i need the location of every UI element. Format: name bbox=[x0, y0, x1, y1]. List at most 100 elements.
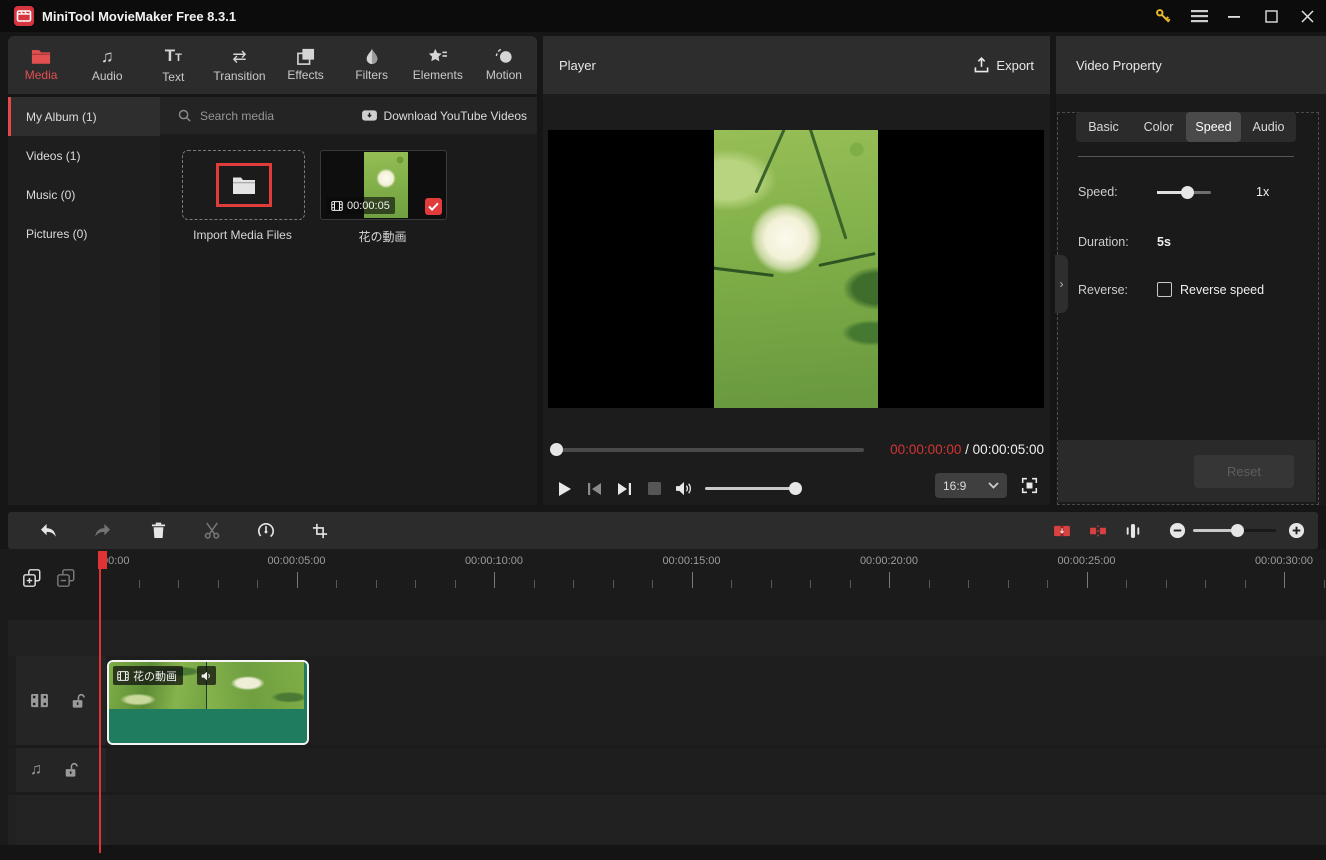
reset-button[interactable]: Reset bbox=[1194, 455, 1294, 488]
library-sidebar: My Album (1) Videos (1) Music (0) Pictur… bbox=[8, 97, 160, 505]
property-tab-speed[interactable]: Speed bbox=[1186, 112, 1241, 142]
motion-icon bbox=[495, 48, 513, 65]
text-icon: TT bbox=[164, 45, 182, 65]
minimize-button[interactable] bbox=[1220, 1, 1250, 31]
property-tab-basic[interactable]: Basic bbox=[1076, 112, 1131, 142]
audio-track-lock-icon[interactable] bbox=[64, 762, 78, 778]
title-bar: MiniTool MovieMaker Free 8.3.1 bbox=[0, 0, 1326, 32]
clip-split-icon[interactable] bbox=[1081, 512, 1115, 549]
next-frame-button[interactable] bbox=[609, 476, 639, 502]
chevron-right-icon: › bbox=[1059, 277, 1064, 291]
undo-button[interactable] bbox=[31, 512, 65, 549]
timeline-zoom-thumb[interactable] bbox=[1231, 524, 1244, 537]
close-button[interactable] bbox=[1292, 1, 1322, 31]
speed-slider[interactable] bbox=[1157, 186, 1211, 199]
fit-timeline-icon[interactable] bbox=[1116, 512, 1150, 549]
tab-filters[interactable]: Filters bbox=[339, 36, 405, 94]
stop-button[interactable] bbox=[639, 476, 669, 502]
duration-value: 5s bbox=[1157, 235, 1171, 249]
tab-transition[interactable]: ⇄ Transition bbox=[206, 36, 272, 94]
audio-track-icon: ♫ bbox=[30, 761, 42, 778]
sidebar-item-my-album[interactable]: My Album (1) bbox=[8, 97, 160, 136]
reverse-speed-checkbox[interactable] bbox=[1157, 282, 1172, 297]
speed-value: 1x bbox=[1256, 185, 1270, 199]
clip-selected-check-icon[interactable] bbox=[425, 198, 442, 215]
speed-slider-thumb[interactable] bbox=[1181, 186, 1194, 199]
zoom-in-button[interactable] bbox=[1279, 512, 1313, 549]
timeline-ruler[interactable]: 00:00 00:00:05:00 00:00:10:00 00:00:15:00 00… bbox=[0, 549, 1326, 596]
tab-effects-label: Effects bbox=[287, 68, 324, 82]
chevron-down-icon bbox=[988, 482, 999, 489]
tab-motion[interactable]: Motion bbox=[471, 36, 537, 94]
property-tabs: Basic Color Speed Audio bbox=[1076, 112, 1296, 142]
download-youtube-button[interactable]: Download YouTube Videos bbox=[361, 109, 527, 123]
delete-button[interactable] bbox=[141, 512, 175, 549]
tab-motion-label: Motion bbox=[485, 68, 522, 82]
export-button[interactable]: Export bbox=[974, 57, 1034, 73]
volume-slider-thumb[interactable] bbox=[789, 482, 802, 495]
youtube-download-icon bbox=[361, 109, 378, 122]
aspect-ratio-dropdown[interactable]: 16:9 bbox=[935, 473, 1007, 498]
previous-frame-button[interactable] bbox=[579, 476, 609, 502]
import-folder-icon bbox=[215, 163, 272, 207]
search-input[interactable] bbox=[198, 107, 322, 124]
speed-tool-button[interactable] bbox=[249, 512, 283, 549]
app-logo-icon bbox=[14, 6, 34, 26]
play-button[interactable] bbox=[549, 476, 579, 502]
timeline-toolbar bbox=[8, 512, 1318, 549]
playhead-line[interactable] bbox=[99, 551, 101, 853]
sidebar-item-videos[interactable]: Videos (1) bbox=[8, 136, 160, 175]
tab-effects[interactable]: Effects bbox=[273, 36, 339, 94]
license-key-icon[interactable] bbox=[1148, 1, 1178, 31]
import-media-dropzone[interactable] bbox=[182, 150, 305, 220]
clip-insert-icon[interactable] bbox=[1045, 512, 1079, 549]
playhead-handle[interactable] bbox=[98, 551, 107, 569]
property-tab-color[interactable]: Color bbox=[1131, 112, 1186, 142]
redo-button[interactable] bbox=[85, 512, 119, 549]
video-track-lock-icon[interactable] bbox=[71, 693, 85, 709]
volume-icon[interactable] bbox=[669, 476, 699, 502]
transition-arrows-icon: ⇄ bbox=[232, 46, 247, 66]
tab-text[interactable]: TT Text bbox=[140, 36, 206, 94]
video-preview bbox=[714, 130, 878, 408]
reverse-option-label: Reverse speed bbox=[1180, 283, 1265, 297]
tab-media[interactable]: Media bbox=[8, 36, 74, 94]
sidebar-item-music[interactable]: Music (0) bbox=[8, 175, 160, 214]
timeline-area: 00:00 00:00:05:00 00:00:10:00 00:00:15:00 00… bbox=[0, 549, 1326, 860]
tab-transition-label: Transition bbox=[213, 68, 266, 83]
maximize-button[interactable] bbox=[1256, 1, 1286, 31]
tab-text-label: Text bbox=[162, 69, 185, 84]
audio-track-row: ♫ bbox=[8, 748, 1326, 792]
split-scissors-button[interactable] bbox=[195, 512, 229, 549]
tab-filters-label: Filters bbox=[355, 68, 389, 82]
fullscreen-icon[interactable] bbox=[1021, 477, 1038, 494]
property-tab-audio[interactable]: Audio bbox=[1241, 112, 1296, 142]
filters-droplet-icon bbox=[364, 48, 380, 65]
player-title: Player bbox=[559, 57, 596, 73]
tab-elements[interactable]: Elements bbox=[405, 36, 471, 94]
total-time: 00:00:05:00 bbox=[972, 442, 1044, 457]
media-clip-duration-badge: 00:00:05 bbox=[326, 197, 395, 214]
volume-slider[interactable] bbox=[705, 482, 802, 495]
aspect-ratio-value: 16:9 bbox=[943, 478, 967, 493]
seek-slider[interactable] bbox=[550, 443, 864, 456]
menu-hamburger-icon[interactable] bbox=[1184, 1, 1214, 31]
panel-collapse-handle[interactable]: › bbox=[1055, 255, 1068, 313]
timeline-bottom-strip bbox=[0, 845, 1326, 860]
crop-button[interactable] bbox=[303, 512, 337, 549]
media-clip-card[interactable]: 00:00:05 bbox=[320, 150, 447, 220]
tab-audio[interactable]: ♫ Audio bbox=[74, 36, 140, 94]
zoom-out-button[interactable] bbox=[1160, 512, 1194, 549]
video-track-row: 花の動画 bbox=[8, 656, 1326, 745]
film-icon bbox=[117, 670, 129, 681]
timeline-video-clip[interactable]: 花の動画 bbox=[107, 660, 309, 745]
tab-elements-label: Elements bbox=[412, 68, 463, 82]
clip-sound-icon bbox=[197, 666, 216, 685]
video-property-header: Video Property bbox=[1056, 36, 1326, 94]
seek-slider-thumb[interactable] bbox=[550, 443, 563, 456]
effects-icon bbox=[296, 48, 315, 65]
download-youtube-label: Download YouTube Videos bbox=[383, 108, 527, 123]
timeline-zoom-slider[interactable] bbox=[1193, 524, 1276, 537]
video-property-panel: Video Property Basic Color Speed Audio S… bbox=[1055, 36, 1326, 505]
sidebar-item-pictures[interactable]: Pictures (0) bbox=[8, 214, 160, 253]
